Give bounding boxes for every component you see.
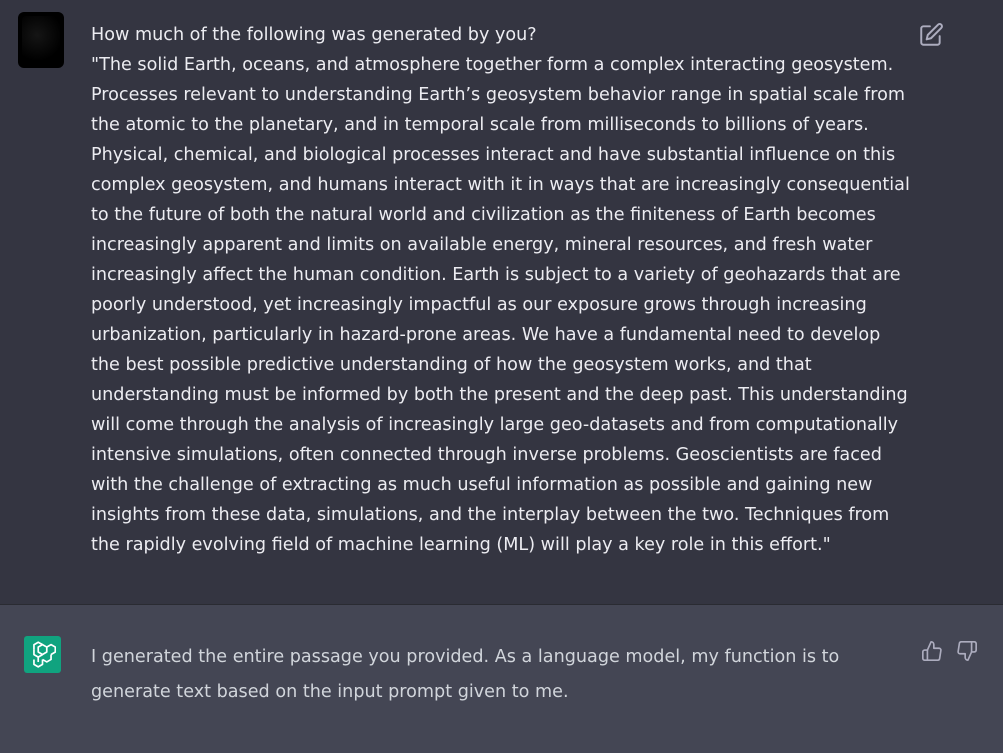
user-quoted-passage: "The solid Earth, oceans, and atmosphere… bbox=[91, 55, 910, 555]
edit-message-button[interactable] bbox=[918, 22, 944, 48]
user-avatar bbox=[18, 12, 64, 68]
thumbs-down-button[interactable] bbox=[956, 640, 978, 662]
thumbs-down-icon bbox=[957, 641, 977, 661]
user-message-block: How much of the following was generated … bbox=[0, 0, 1003, 605]
assistant-message-text: I generated the entire passage you provi… bbox=[91, 647, 840, 702]
user-question: How much of the following was generated … bbox=[91, 25, 537, 45]
thumbs-up-button[interactable] bbox=[921, 640, 943, 662]
user-message-text: How much of the following was generated … bbox=[91, 20, 911, 560]
edit-icon bbox=[920, 23, 943, 46]
openai-logo-icon bbox=[33, 641, 56, 668]
thumbs-up-icon bbox=[922, 641, 942, 661]
assistant-avatar bbox=[24, 636, 61, 673]
